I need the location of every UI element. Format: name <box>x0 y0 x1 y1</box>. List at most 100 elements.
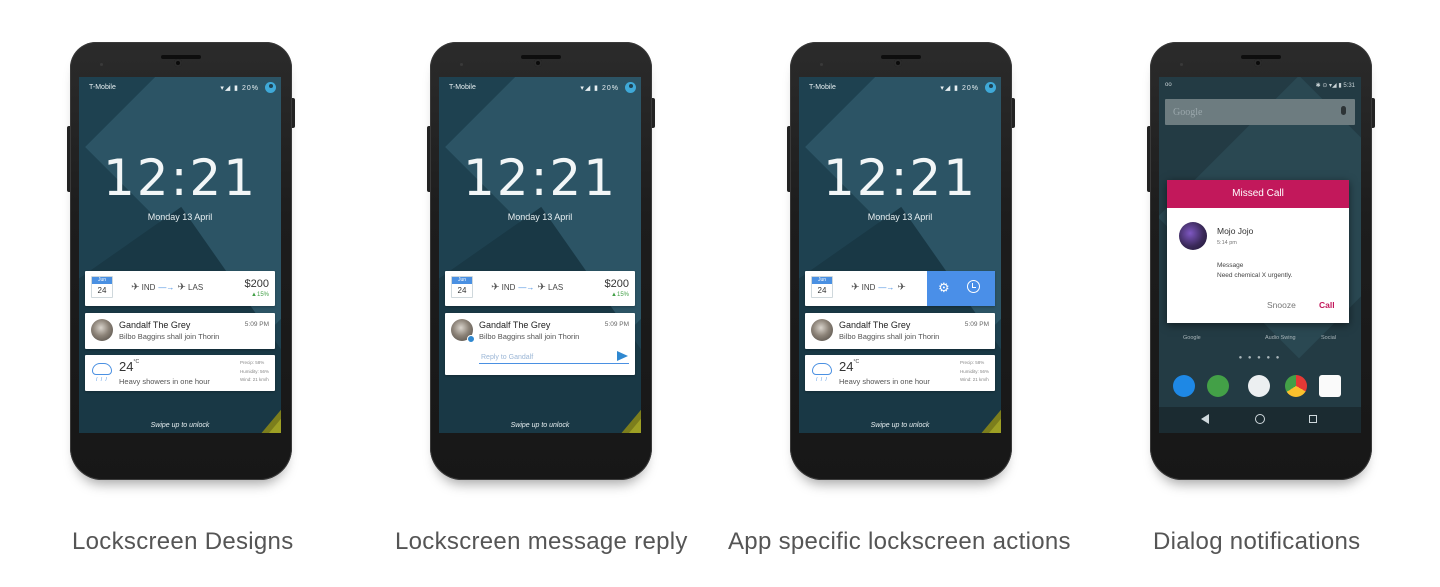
landing-icon: ✈ <box>177 282 186 293</box>
calendar-icon: Jun 24 <box>451 276 473 298</box>
clock: 12:21 <box>822 149 978 207</box>
carrier-label: T-Mobile <box>89 84 116 91</box>
date-label: Monday 13 April <box>867 212 933 222</box>
weather-notification-card[interactable]: / / / 24°C Heavy showers in one hour Pre… <box>85 355 275 391</box>
back-icon[interactable] <box>1201 414 1209 424</box>
weather-stats: Precip: 58% Humidity: 56% Wind: 21 km/h <box>239 360 269 382</box>
recents-icon[interactable] <box>1309 415 1317 423</box>
google-search-bar[interactable]: Google <box>1165 99 1355 125</box>
carrier-label: T-Mobile <box>809 84 836 91</box>
avatar <box>811 319 833 341</box>
flight-notification-card[interactable]: Jun 24 ✈ IND —→ ✈ LAS $200 ▲15% <box>85 271 275 306</box>
message-preview: Bilbo Baggins shall join Thorin <box>839 332 940 341</box>
status-icons: ▾◢ ▮ 20% <box>940 85 979 92</box>
message-label: Message <box>1217 262 1244 269</box>
message-text: Need chemical X urgently. <box>1217 272 1293 279</box>
flight-route: ✈ IND —→ ✈ LAS <box>491 282 564 293</box>
status-bar: T-Mobile ▾◢ ▮ 20% <box>79 77 281 95</box>
carrier-label: T-Mobile <box>449 84 476 91</box>
phone-lockscreen-designs: T-Mobile ▾◢ ▮ 20% 12:21 Monday 13 April … <box>67 42 295 480</box>
lockscreen: T-Mobile ▾◢ ▮ 20% 12:21 Monday 13 April … <box>79 77 281 433</box>
reply-input[interactable]: Reply to Gandalf <box>481 354 533 361</box>
flight-notification-card[interactable]: Jun 24 ✈ IND —→ ✈ LAS $200 ▲15% <box>445 271 635 306</box>
cloud-icon <box>812 363 832 375</box>
message-reply-card[interactable]: Gandalf The Grey Bilbo Baggins shall joi… <box>445 313 635 375</box>
app-label: Social <box>1321 335 1336 341</box>
messenger-badge-icon <box>467 335 475 343</box>
call-button[interactable]: Call <box>1319 300 1335 310</box>
voicemail-icon: oo <box>1165 82 1172 88</box>
app-label: Google <box>1183 335 1201 341</box>
status-bar: ✱ ⊙ ▾◢ ▮ 5:31 <box>1315 83 1355 89</box>
flight-notification-card[interactable]: Jun 24 ✈ IND —→ ✈ ⚙ <box>805 271 995 306</box>
user-icon[interactable] <box>265 82 276 93</box>
user-icon[interactable] <box>985 82 996 93</box>
flight-route: ✈ IND —→ ✈ LAS <box>131 282 204 293</box>
navigation-bar <box>1159 407 1361 433</box>
phone-lockscreen-actions: T-Mobile ▾◢ ▮ 20% 12:21 Monday 13 April … <box>787 42 1015 480</box>
phone-app-icon[interactable] <box>1173 375 1195 397</box>
avatar <box>91 319 113 341</box>
lockscreen: T-Mobile ▾◢ ▮ 20% 12:21 Monday 13 April … <box>439 77 641 433</box>
rain-icon: / / / <box>816 377 828 383</box>
takeoff-icon: ✈ <box>131 282 140 293</box>
message-time: 5:09 PM <box>964 321 989 328</box>
page-indicator: ● ● ● ● ● <box>1238 355 1282 361</box>
home-icon[interactable] <box>1255 414 1265 424</box>
calendar-icon: Jun 24 <box>91 276 113 298</box>
lockscreen: T-Mobile ▾◢ ▮ 20% 12:21 Monday 13 April … <box>799 77 1001 433</box>
flight-price: $200 <box>604 278 629 290</box>
app-label: Audio Swing <box>1265 335 1296 341</box>
search-input[interactable]: Google <box>1173 107 1202 118</box>
dialog-title: Missed Call <box>1167 180 1349 208</box>
caption-lockscreen-designs: Lockscreen Designs <box>72 528 294 555</box>
snooze-button[interactable]: Snooze <box>1267 300 1296 310</box>
user-icon[interactable] <box>625 82 636 93</box>
caller-name: Mojo Jojo <box>1217 226 1254 236</box>
message-preview: Bilbo Baggins shall join Thorin <box>479 332 580 341</box>
swipe-hint: Swipe up to unlock <box>150 422 210 429</box>
price-change: ▲15% <box>251 292 269 298</box>
caption-dialog-notifications: Dialog notifications <box>1153 528 1361 555</box>
swipe-hint: Swipe up to unlock <box>510 422 570 429</box>
flight-price: $200 <box>244 278 269 290</box>
status-bar: T-Mobile ▾◢ ▮ 20% <box>439 77 641 95</box>
app-drawer-icon[interactable] <box>1248 375 1270 397</box>
message-notification-card[interactable]: Gandalf The Grey Bilbo Baggins shall joi… <box>85 313 275 349</box>
sender-name: Gandalf The Grey <box>479 320 551 330</box>
clock: 12:21 <box>462 149 618 207</box>
dock <box>1159 371 1361 401</box>
message-preview: Bilbo Baggins shall join Thorin <box>119 332 220 341</box>
settings-gear-icon[interactable]: ⚙ <box>938 280 950 296</box>
message-time: 5:09 PM <box>244 321 269 328</box>
arrow-icon: —→ <box>158 283 175 292</box>
date-label: Monday 13 April <box>147 212 213 222</box>
price-change: ▲15% <box>611 292 629 298</box>
front-camera <box>174 59 182 67</box>
missed-call-dialog: Missed Call Mojo Jojo 5:14 pm Message Ne… <box>1167 180 1349 323</box>
rain-icon: / / / <box>96 377 108 383</box>
chrome-icon[interactable] <box>1285 375 1307 397</box>
weather-notification-card[interactable]: / / / 24°C Heavy showers in one hour Pre… <box>805 355 995 391</box>
earpiece <box>161 55 201 59</box>
status-bar: T-Mobile ▾◢ ▮ 20% <box>799 77 1001 95</box>
weather-description: Heavy showers in one hour <box>839 377 930 386</box>
home-screen: oo ✱ ⊙ ▾◢ ▮ 5:31 Google Google Audio Swi… <box>1159 77 1361 433</box>
reply-underline <box>479 363 629 364</box>
hangouts-icon[interactable] <box>1207 375 1229 397</box>
photos-icon[interactable] <box>1319 375 1341 397</box>
message-notification-card[interactable]: Gandalf The Grey Bilbo Baggins shall joi… <box>805 313 995 349</box>
weather-description: Heavy showers in one hour <box>119 377 210 386</box>
swipe-hint: Swipe up to unlock <box>870 422 930 429</box>
sender-name: Gandalf The Grey <box>119 320 191 330</box>
temperature: 24°C <box>839 359 860 374</box>
calendar-icon: Jun 24 <box>811 276 833 298</box>
sender-name: Gandalf The Grey <box>839 320 911 330</box>
call-time: 5:14 pm <box>1217 240 1237 246</box>
mic-icon[interactable] <box>1341 106 1346 115</box>
sensor <box>100 63 103 66</box>
send-icon[interactable] <box>617 351 628 361</box>
alarm-clock-icon[interactable] <box>967 280 980 293</box>
flight-route: ✈ IND —→ ✈ <box>851 282 906 293</box>
status-icons: ▾◢ ▮ 20% <box>580 85 619 92</box>
